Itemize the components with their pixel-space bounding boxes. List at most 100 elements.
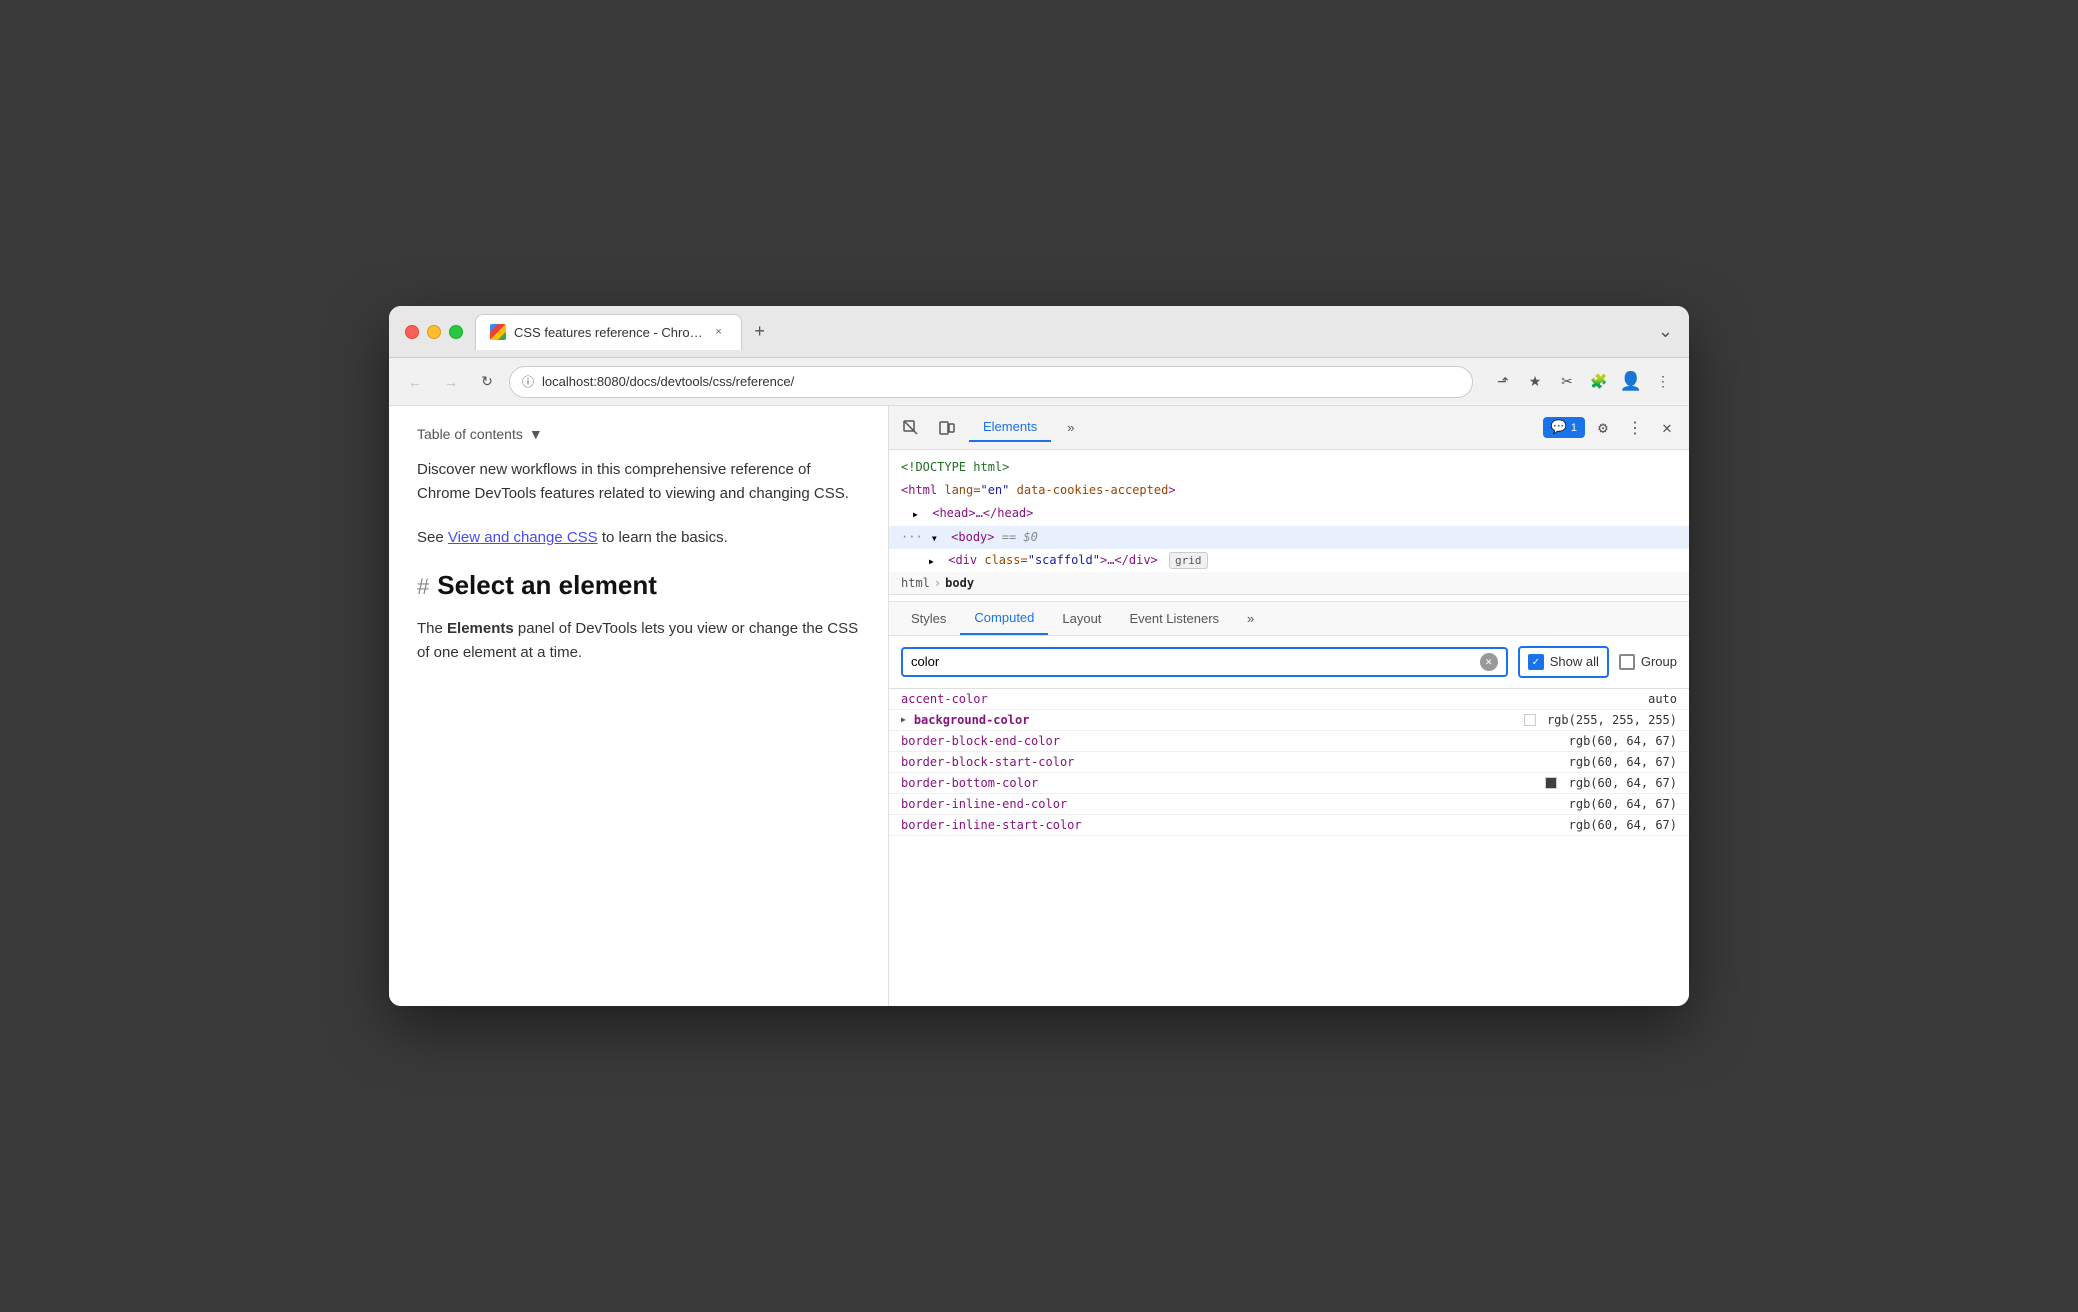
notifications-badge[interactable]: 💬 1 (1543, 417, 1585, 438)
body-triangle[interactable] (932, 528, 944, 547)
tab-close-button[interactable]: × (711, 324, 727, 340)
close-devtools-icon[interactable]: ✕ (1653, 414, 1681, 442)
toc-chevron-icon[interactable]: ▼ (529, 426, 543, 442)
minimize-traffic-light[interactable] (427, 325, 441, 339)
url-bar[interactable]: ⓘ localhost:8080/docs/devtools/css/refer… (509, 366, 1473, 398)
doctype-text: <!DOCTYPE html> (901, 460, 1009, 474)
prop-name-accent-color: accent-color (901, 692, 1640, 706)
tab-more-props[interactable]: » (1233, 603, 1268, 634)
more-options-icon[interactable]: ⋮ (1621, 414, 1649, 442)
dom-tree: <!DOCTYPE html> <html lang="en" data-coo… (889, 450, 1689, 602)
devtools-panel: Elements » 💬 1 ⚙ ⋮ ✕ <!DOCTYPE html> (889, 406, 1689, 1006)
group-checkbox[interactable] (1619, 654, 1635, 670)
back-button[interactable]: ← (401, 368, 429, 396)
para3-prefix: The (417, 620, 447, 637)
title-bar: CSS features reference - Chro… × + ⌄ (389, 306, 1689, 358)
section-heading: # Select an element (417, 570, 860, 601)
maximize-traffic-light[interactable] (449, 325, 463, 339)
dom-line-html: <html lang="en" data-cookies-accepted> (889, 479, 1689, 502)
settings-icon[interactable]: ⚙ (1589, 414, 1617, 442)
view-and-change-css-link[interactable]: View and change CSS (448, 529, 598, 546)
section-hash-icon: # (417, 574, 429, 600)
div-triangle[interactable] (929, 551, 941, 570)
bookmark-icon[interactable]: ★ (1521, 368, 1549, 396)
elements-bold: Elements (447, 620, 514, 637)
css-prop-background-color[interactable]: ▶ background-color rgb(255, 255, 255) (889, 710, 1689, 731)
link-paragraph: See View and change CSS to learn the bas… (417, 526, 860, 550)
breadcrumb-html[interactable]: html (901, 576, 930, 590)
section-title: Select an element (437, 570, 657, 601)
dots-before: ··· (901, 530, 923, 544)
address-bar-actions: ⬏ ★ ✂ 🧩 👤 ⋮ (1489, 368, 1677, 396)
devtools-toolbar-right: 💬 1 ⚙ ⋮ ✕ (1543, 414, 1681, 442)
filter-clear-button[interactable]: ✕ (1480, 653, 1498, 671)
tab-computed[interactable]: Computed (960, 602, 1048, 635)
prop-value-accent-color: auto (1648, 692, 1677, 706)
tab-layout[interactable]: Layout (1048, 603, 1115, 634)
url-text: localhost:8080/docs/devtools/css/referen… (542, 374, 794, 389)
forward-button[interactable]: → (437, 368, 465, 396)
expand-background-color-icon[interactable]: ▶ (901, 715, 906, 724)
device-toolbar-icon[interactable] (933, 414, 961, 442)
share-icon[interactable]: ⬏ (1489, 368, 1517, 396)
head-triangle[interactable] (913, 504, 925, 523)
prop-name-border-block-end: border-block-end-color (901, 734, 1561, 748)
devtools-main-tabs: Elements » (969, 413, 1535, 442)
profile-icon[interactable]: 👤 (1617, 368, 1645, 396)
tab-more[interactable]: » (1053, 414, 1088, 441)
filter-bar: ✕ ✓ Show all Group (889, 636, 1689, 689)
chevron-down-icon[interactable]: ⌄ (1658, 321, 1673, 342)
prop-value-border-bottom: rgb(60, 64, 67) (1545, 776, 1677, 790)
extensions-icon[interactable]: 🧩 (1585, 368, 1613, 396)
css-prop-border-inline-end-color[interactable]: border-inline-end-color rgb(60, 64, 67) (889, 794, 1689, 815)
show-all-label: Show all (1550, 654, 1599, 669)
scissors-icon[interactable]: ✂ (1553, 368, 1581, 396)
css-prop-border-block-start-color[interactable]: border-block-start-color rgb(60, 64, 67) (889, 752, 1689, 773)
prop-name-background-color: background-color (914, 713, 1516, 727)
breadcrumb-separator: › (934, 576, 941, 590)
css-props-list: accent-color auto ▶ background-color rgb… (889, 689, 1689, 836)
border-bottom-color-swatch[interactable] (1545, 777, 1557, 789)
close-traffic-light[interactable] (405, 325, 419, 339)
tab-event-listeners[interactable]: Event Listeners (1115, 603, 1233, 634)
prop-name-border-inline-end: border-inline-end-color (901, 797, 1561, 811)
browser-window: CSS features reference - Chro… × + ⌄ ← →… (389, 306, 1689, 1006)
more-menu-icon[interactable]: ⋮ (1649, 368, 1677, 396)
dom-line-doctype: <!DOCTYPE html> (889, 456, 1689, 479)
html-tag[interactable]: <html (901, 483, 944, 497)
reload-button[interactable]: ↻ (473, 368, 501, 396)
tab-elements[interactable]: Elements (969, 413, 1051, 442)
tab-title: CSS features reference - Chro… (514, 325, 703, 340)
breadcrumb-body[interactable]: body (945, 576, 974, 590)
tabs-area: CSS features reference - Chro… × + (475, 314, 1646, 350)
new-tab-button[interactable]: + (746, 318, 774, 346)
tab-styles[interactable]: Styles (897, 603, 960, 634)
prop-name-border-bottom: border-bottom-color (901, 776, 1537, 790)
prop-value-background-color: rgb(255, 255, 255) (1524, 713, 1677, 727)
css-prop-border-block-end-color[interactable]: border-block-end-color rgb(60, 64, 67) (889, 731, 1689, 752)
link-para-prefix: See (417, 529, 448, 546)
title-bar-right: ⌄ (1658, 321, 1673, 342)
lock-icon: ⓘ (522, 373, 534, 390)
group-area: Group (1619, 654, 1677, 670)
active-tab[interactable]: CSS features reference - Chro… × (475, 314, 742, 350)
css-prop-accent-color[interactable]: accent-color auto (889, 689, 1689, 710)
traffic-lights (405, 325, 463, 339)
background-color-swatch[interactable] (1524, 714, 1536, 726)
filter-input[interactable] (911, 654, 1472, 669)
dom-line-body[interactable]: ··· <body> == $0 (889, 526, 1689, 549)
prop-value-border-inline-start: rgb(60, 64, 67) (1569, 818, 1677, 832)
show-all-area: ✓ Show all (1518, 646, 1609, 678)
css-prop-border-inline-start-color[interactable]: border-inline-start-color rgb(60, 64, 67… (889, 815, 1689, 836)
devtools-toolbar: Elements » 💬 1 ⚙ ⋮ ✕ (889, 406, 1689, 450)
css-prop-border-bottom-color[interactable]: border-bottom-color rgb(60, 64, 67) (889, 773, 1689, 794)
grid-badge[interactable]: grid (1169, 552, 1208, 569)
inspect-element-icon[interactable] (897, 414, 925, 442)
show-all-checkbox[interactable]: ✓ (1528, 654, 1544, 670)
filter-input-wrapper: ✕ (901, 647, 1508, 677)
dom-line-head: <head>…</head> (889, 502, 1689, 525)
prop-value-border-block-end: rgb(60, 64, 67) (1569, 734, 1677, 748)
dom-line-div: <div class="scaffold">…</div> grid (889, 549, 1689, 572)
toc-header: Table of contents ▼ (417, 426, 860, 442)
address-bar: ← → ↻ ⓘ localhost:8080/docs/devtools/css… (389, 358, 1689, 406)
